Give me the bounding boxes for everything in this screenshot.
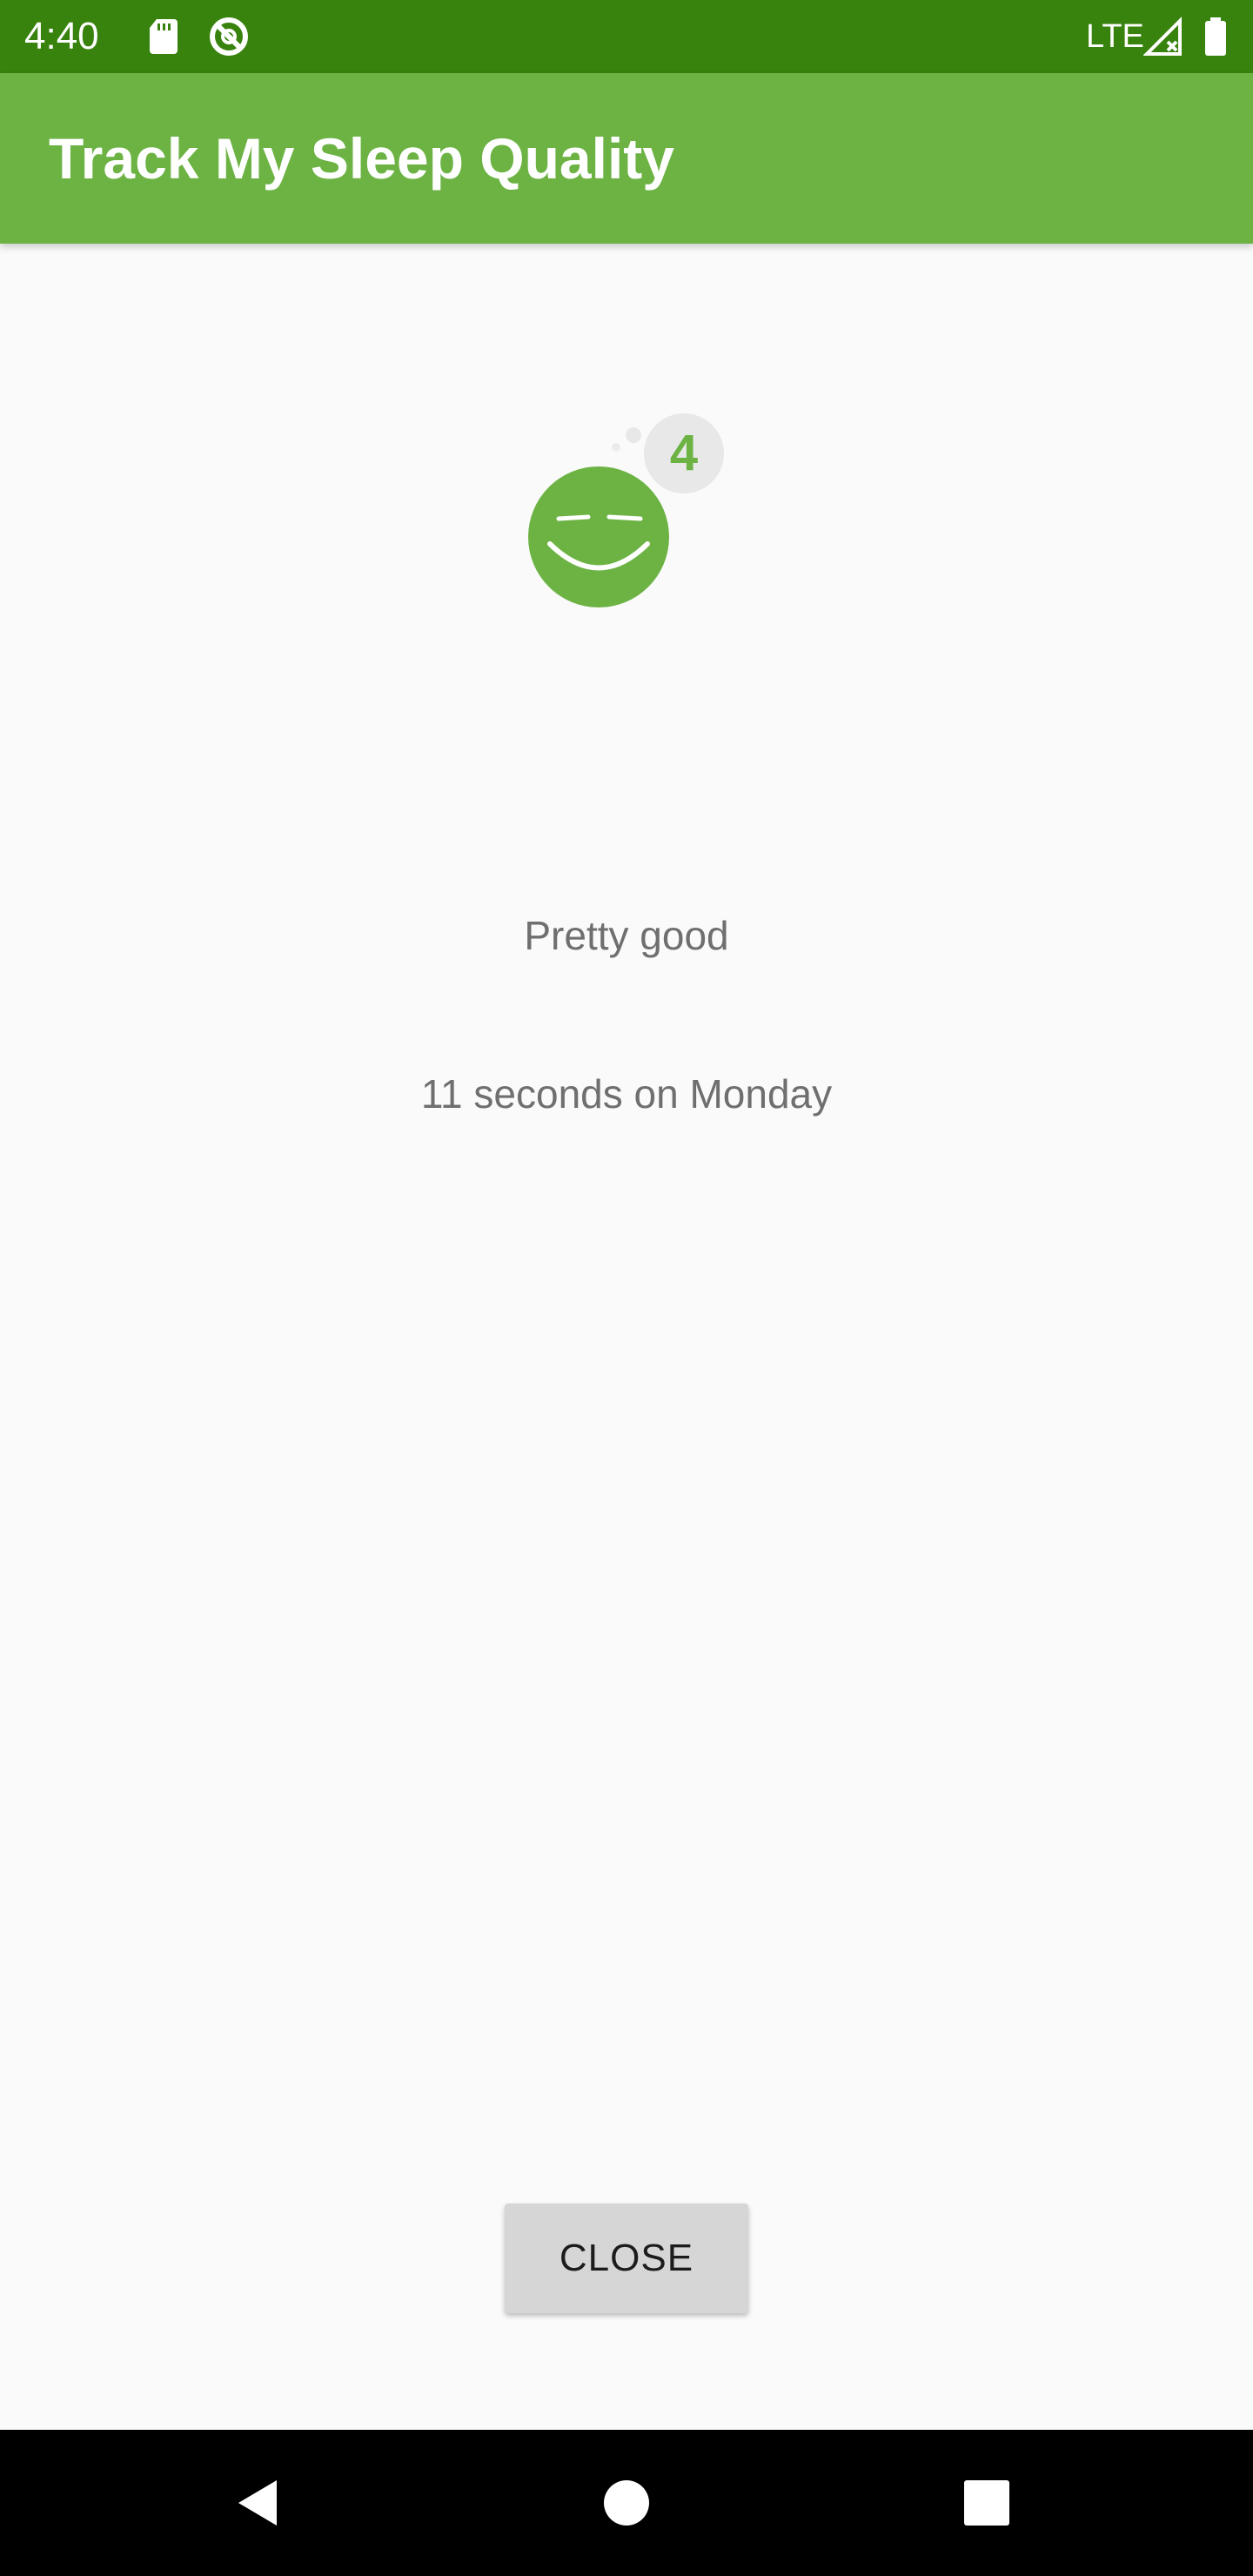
- do-not-disturb-icon: [210, 17, 248, 56]
- signal-icon: [1143, 17, 1182, 56]
- sleep-face-icon: 4: [528, 413, 724, 607]
- sleep-detail-screen: 4:40 LTE Track My Sleep Quality 4 Pretty…: [0, 0, 1253, 2576]
- quality-text: Pretty good: [524, 913, 729, 958]
- back-icon[interactable]: [226, 2468, 296, 2538]
- app-title: Track My Sleep Quality: [49, 126, 674, 191]
- battery-icon: [1205, 17, 1226, 56]
- status-time: 4:40: [24, 15, 99, 57]
- network-type: LTE: [1086, 18, 1144, 55]
- home-icon[interactable]: [592, 2468, 661, 2538]
- recents-icon[interactable]: [952, 2468, 1022, 2538]
- sd-card-icon: [150, 19, 178, 54]
- sleep-duration-text: 11 seconds on Monday: [420, 1071, 833, 1117]
- app-bar: Track My Sleep Quality: [0, 73, 1253, 244]
- status-bar: 4:40 LTE: [0, 0, 1253, 73]
- close-button[interactable]: CLOSE: [505, 2204, 748, 2313]
- quality-number: 4: [670, 425, 698, 481]
- navigation-bar: [0, 2430, 1253, 2576]
